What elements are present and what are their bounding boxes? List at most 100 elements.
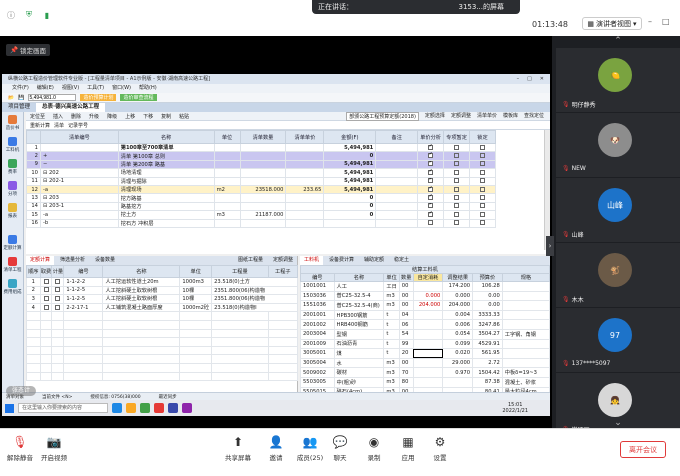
table-row[interactable]: 1503036 普C25-32.5-4 m3 00 0.000 0.000 0.00 xyxy=(300,290,550,302)
table-cell[interactable] xyxy=(102,319,181,330)
table-cell[interactable]: 5,494,981 xyxy=(323,142,377,153)
table-cell[interactable] xyxy=(442,376,474,388)
table-cell[interactable]: m2 xyxy=(213,184,241,195)
table-cell[interactable]: 0.00 xyxy=(472,290,503,302)
table-cell[interactable]: 3247.86 xyxy=(472,319,503,330)
table-row[interactable]: 4 2-2-17-1 人工铺筑混凝土路面厚度 1000m2砼 23.518(0)构造物I xyxy=(26,302,298,313)
table-row[interactable]: 10 ⊟ 202 场地清理 5,494,981 xyxy=(26,168,497,178)
table-cell[interactable]: t xyxy=(383,319,400,330)
table-cell[interactable] xyxy=(285,193,325,203)
table-row[interactable] xyxy=(26,311,299,321)
row-checkbox[interactable] xyxy=(55,295,61,301)
table-cell[interactable] xyxy=(26,319,41,330)
table-row[interactable]: 3 1-1-2-5 人工挖斜硬土取软树根 10棵 2351.800(06)构造物 xyxy=(26,294,298,304)
table-cell[interactable]: m3 xyxy=(383,367,400,378)
row-checkbox[interactable] xyxy=(479,203,485,209)
row-checkbox[interactable] xyxy=(428,187,434,192)
table-cell[interactable] xyxy=(51,294,65,304)
table-cell[interactable] xyxy=(51,354,65,364)
table-cell[interactable]: 174.200 xyxy=(442,281,474,292)
nav-items[interactable]: 分项 xyxy=(2,178,23,200)
shield-icon[interactable]: ⛨ xyxy=(22,8,36,22)
participant-tile[interactable]: 山峰 🎙 山峰 xyxy=(556,178,680,242)
table-cell[interactable]: 3005001 xyxy=(300,348,335,359)
table-cell[interactable]: m3 xyxy=(383,376,400,388)
table-cell[interactable] xyxy=(501,309,550,321)
folder-icon[interactable] xyxy=(126,403,136,413)
table-cell[interactable]: 1503036 xyxy=(300,290,335,302)
table-cell[interactable] xyxy=(51,319,65,330)
table-cell[interactable] xyxy=(211,345,269,356)
row-checkbox[interactable] xyxy=(43,304,49,310)
table-cell[interactable] xyxy=(26,354,41,364)
table-cell[interactable]: 1001001 xyxy=(300,281,335,292)
table-cell[interactable]: 2001002 xyxy=(300,319,335,330)
table-cell[interactable]: 2 xyxy=(26,151,41,161)
table-cell[interactable] xyxy=(501,348,550,359)
table-cell[interactable]: 挖方路基 xyxy=(117,193,215,203)
table-cell[interactable] xyxy=(375,201,419,212)
meeting-app-icon[interactable] xyxy=(182,403,192,413)
table-cell[interactable]: 1-1-2-5 xyxy=(63,294,104,304)
menu-tools[interactable]: 工具(T) xyxy=(87,84,104,93)
table-cell[interactable]: 0 xyxy=(323,193,377,203)
table-cell[interactable] xyxy=(375,168,419,178)
table-cell[interactable]: 型钢 xyxy=(333,328,385,340)
table-cell[interactable]: 3333.33 xyxy=(472,309,503,321)
tab-equipment-fee[interactable]: 设备费计算 xyxy=(325,256,358,265)
table-cell[interactable]: 04 xyxy=(398,309,414,321)
table-cell[interactable]: ⊟ 202-1 xyxy=(39,176,119,186)
table-cell[interactable]: 106.28 xyxy=(472,281,503,292)
table-cell[interactable]: 06 xyxy=(398,319,414,330)
review-flow-button[interactable]: 造价审查流程 xyxy=(120,94,157,101)
table-cell[interactable]: ⊟ 202 xyxy=(39,168,119,178)
table-cell[interactable]: 54 xyxy=(398,328,414,340)
row-checkbox[interactable] xyxy=(454,178,460,184)
table-cell[interactable] xyxy=(213,176,241,186)
row-checkbox[interactable] xyxy=(454,220,460,226)
table-cell[interactable]: 清理与掘除 xyxy=(117,176,215,186)
table-cell[interactable]: 204.000 xyxy=(442,300,474,311)
table-cell[interactable] xyxy=(211,371,269,382)
table-cell[interactable]: 2.72 xyxy=(472,357,503,369)
table-cell[interactable] xyxy=(239,159,287,170)
table-cell[interactable]: 0.099 xyxy=(442,338,474,350)
presenter-view-button[interactable]: ▦ 演讲者视图 ▾ xyxy=(582,17,642,30)
tab-project-manage[interactable]: 项目管理 xyxy=(2,103,36,112)
table-cell[interactable]: 5,494,981 xyxy=(323,159,377,170)
locate-button[interactable]: 定位至 xyxy=(30,113,45,120)
table-cell[interactable]: 23.518(0)构造物I xyxy=(211,302,298,313)
quota-library-select[interactable]: 部颁公路工程预算定额(2018) xyxy=(346,111,419,121)
table-row[interactable] xyxy=(26,345,299,356)
table-cell[interactable] xyxy=(51,337,65,347)
wechat-icon[interactable] xyxy=(140,403,150,413)
table-cell[interactable] xyxy=(51,302,65,313)
table-cell[interactable]: HPB300钢筋 xyxy=(333,309,385,321)
table-cell[interactable]: -b xyxy=(39,218,119,228)
table-cell[interactable]: 70 xyxy=(398,367,414,378)
open-icon[interactable]: 📂 xyxy=(8,95,14,101)
table-row[interactable]: 2 1-1-2-5 人工挖斜硬土取软树根 10棵 2351.800(06)构造物 xyxy=(26,285,298,296)
table-cell[interactable]: 5503005 xyxy=(300,376,335,388)
table-cell[interactable] xyxy=(375,218,419,228)
table-cell[interactable] xyxy=(285,210,325,220)
table-cell[interactable]: − xyxy=(39,159,119,170)
move-down-button[interactable]: 下移 xyxy=(143,113,153,120)
table-cell[interactable]: 1 xyxy=(26,277,41,287)
table-cell[interactable]: 0 xyxy=(323,201,377,212)
table-cell[interactable]: 5,494,981 xyxy=(323,184,377,195)
table-cell[interactable] xyxy=(211,319,269,330)
row-checkbox[interactable] xyxy=(55,278,61,284)
table-cell[interactable] xyxy=(412,281,444,292)
tab-quota-adjust[interactable]: 定额调整 xyxy=(269,256,297,265)
table-cell[interactable] xyxy=(375,151,419,161)
table-cell[interactable] xyxy=(39,319,53,330)
table-cell[interactable]: 1-1-2-5 xyxy=(63,285,104,296)
row-checkbox[interactable] xyxy=(428,212,434,217)
table-cell[interactable] xyxy=(63,319,104,330)
table-cell[interactable]: + xyxy=(39,151,119,161)
table-cell[interactable] xyxy=(213,168,241,178)
table-cell[interactable]: 0.020 xyxy=(442,348,474,359)
table-cell[interactable]: 清单 第200章 路基 xyxy=(117,159,215,170)
table-cell[interactable] xyxy=(63,345,104,356)
